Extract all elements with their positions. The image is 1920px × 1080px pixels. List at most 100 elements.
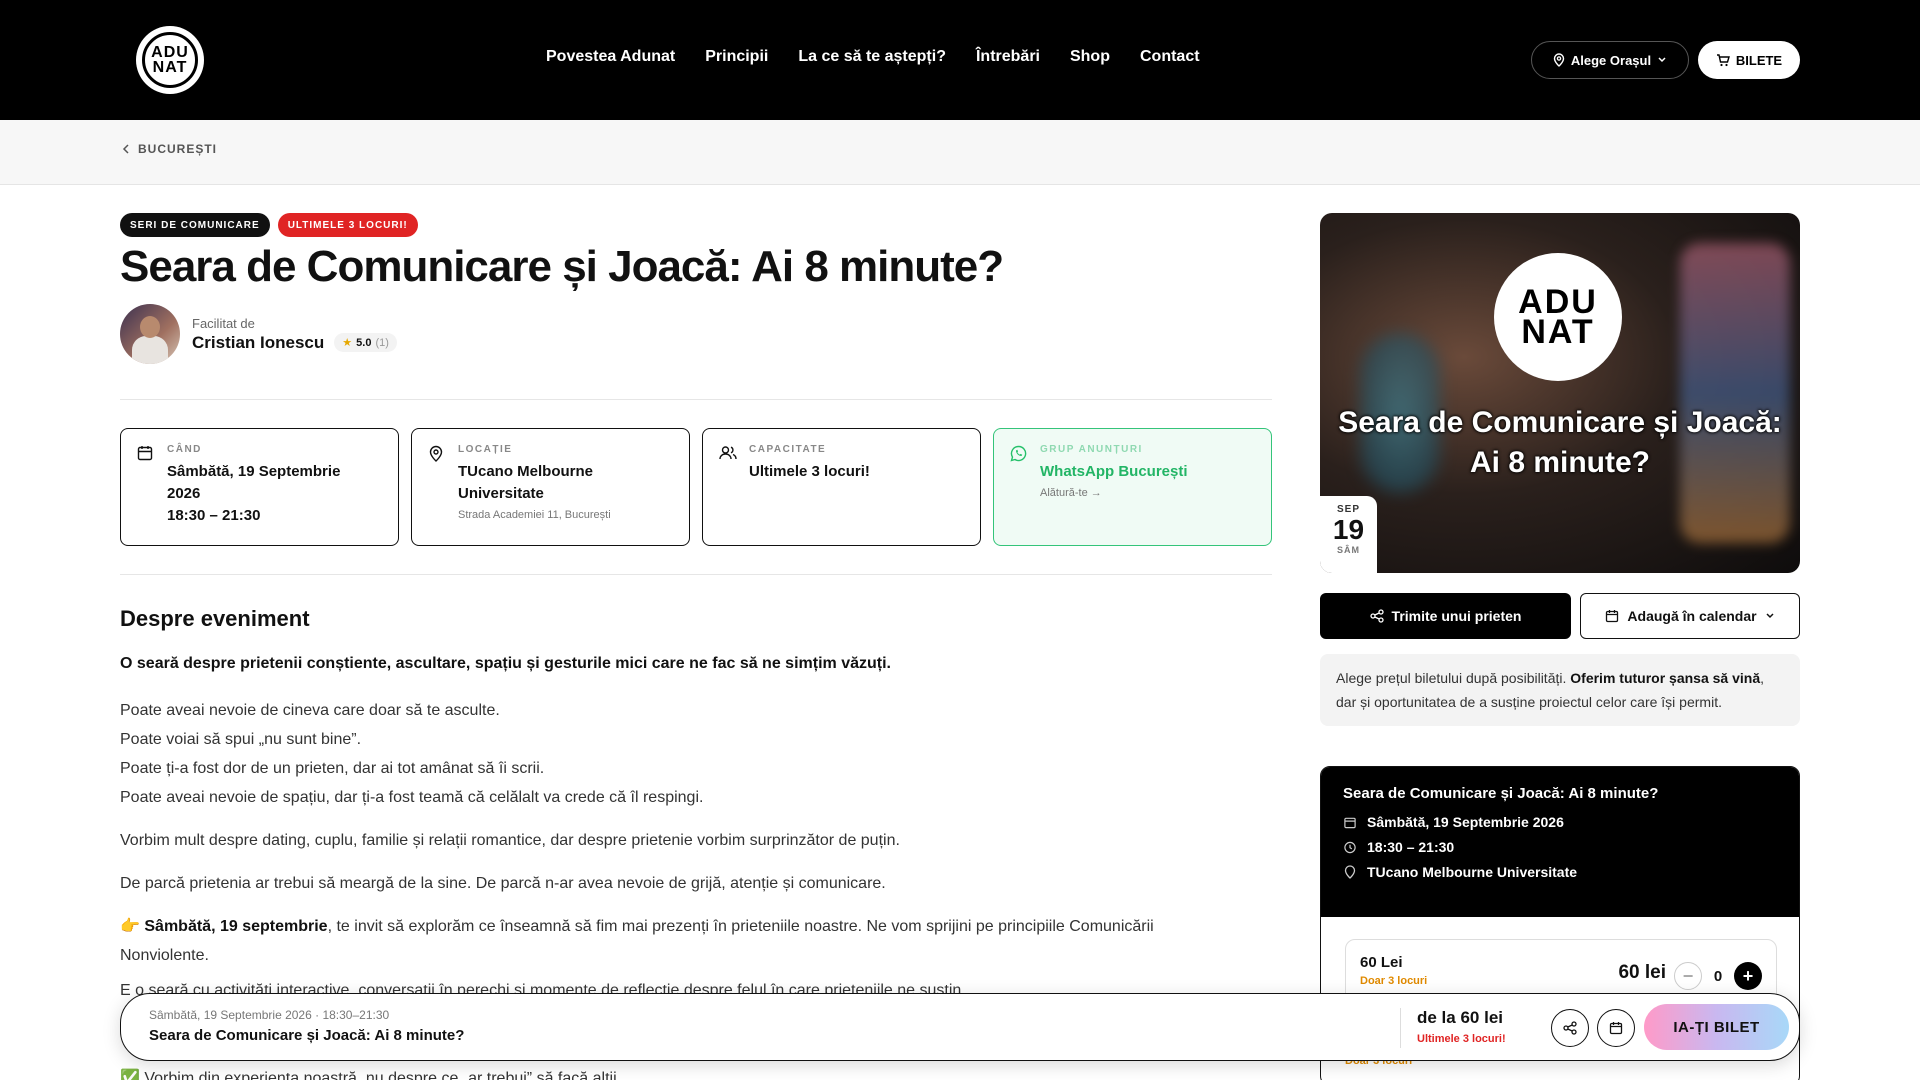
category-badge: SERI DE COMUNICARE <box>120 213 270 237</box>
logo-text-2: NAT <box>152 59 188 76</box>
location-pin-icon <box>1553 53 1565 67</box>
sticky-share-button[interactable] <box>1551 1009 1589 1047</box>
sticky-booking-bar: Sâmbătă, 19 Septembrie 2026 · 18:30–21:3… <box>120 993 1800 1061</box>
facilitator-name[interactable]: Cristian Ionescu <box>192 333 324 353</box>
event-badges: SERI DE COMUNICARE ULTIMELE 3 LOCURI! <box>120 213 418 237</box>
nav-la-ce-sa-te-astepti[interactable]: La ce să te aștepți? <box>798 48 946 66</box>
breadcrumb[interactable]: BUCUREȘTI <box>122 142 217 156</box>
date-day: 19 <box>1332 514 1365 545</box>
clock-icon <box>1344 841 1356 853</box>
add-to-calendar-button[interactable]: Adaugă în calendar <box>1580 593 1800 639</box>
ticket-date-row: Sâmbătă, 19 Septembrie 2026 <box>1343 814 1777 830</box>
when-time: 18:30 – 21:30 <box>167 507 261 524</box>
increase-button[interactable]: + <box>1734 962 1762 990</box>
rating-value: 5.0 <box>356 336 372 349</box>
nav-principii[interactable]: Principii <box>705 48 768 66</box>
choose-city-button[interactable]: Alege Orașul <box>1531 41 1689 79</box>
divider <box>120 574 1272 575</box>
calendar-label: Adaugă în calendar <box>1627 608 1757 624</box>
about-body: Poate aveai nevoie de cineva care doar s… <box>120 696 1200 984</box>
divider <box>1400 1008 1401 1048</box>
location-pin-icon <box>1344 865 1356 879</box>
quantity-value: 0 <box>1713 967 1723 985</box>
whatsapp-group-card[interactable]: GRUP ANUNȚURI WhatsApp București Alătură… <box>993 428 1272 546</box>
about-line: Poate aveai nevoie de cineva care doar s… <box>120 702 500 719</box>
ticket-time: 18:30 – 21:30 <box>1367 839 1455 855</box>
pricing-text: Alege prețul biletului după posibilități… <box>1336 670 1571 686</box>
join-link[interactable]: Alătură-te → <box>1040 487 1257 499</box>
chevron-down-icon <box>1766 613 1774 619</box>
rating-count: (1) <box>375 336 389 349</box>
nav-povestea[interactable]: Povestea Adunat <box>546 48 675 66</box>
location-name-2: Universitate <box>458 485 544 502</box>
sticky-subtitle: Sâmbătă, 19 Septembrie 2026 · 18:30–21:3… <box>149 1008 390 1022</box>
info-cards: CÂND Sâmbătă, 19 Septembrie 2026 18:30 –… <box>120 428 1272 546</box>
about-heading: Despre eveniment <box>120 606 310 631</box>
hero-title: Seara de Comunicare și Joacă: Ai 8 minut… <box>1338 406 1782 479</box>
top-navbar: ADU NAT Povestea Adunat Principii La ce … <box>0 0 1920 120</box>
date-highlight: Sâmbătă, 19 septembrie <box>144 918 328 935</box>
hero-logo-text-2: NAT <box>1521 313 1595 351</box>
capacity-card: CAPACITATE Ultimele 3 locuri! <box>702 428 981 546</box>
pin-icon <box>429 445 443 462</box>
sticky-title: Seara de Comunicare și Joacă: Ai 8 minut… <box>149 1027 465 1044</box>
ticket-event-title: Seara de Comunicare și Joacă: Ai 8 minut… <box>1343 785 1659 802</box>
ticket-date: Sâmbătă, 19 Septembrie 2026 <box>1367 814 1564 830</box>
group-value: WhatsApp București <box>1040 463 1188 480</box>
about-paragraph: De parcă prietenia ar trebui să meargă d… <box>120 875 886 892</box>
ticket-panel-header: Seara de Comunicare și Joacă: Ai 8 minut… <box>1321 767 1799 917</box>
chevron-left-icon <box>122 144 129 154</box>
facilitator[interactable]: Facilitat de Cristian Ionescu ★ 5.0 (1) <box>120 304 397 364</box>
adunat-logo[interactable]: ADU NAT <box>136 26 204 94</box>
whatsapp-icon <box>1010 445 1027 462</box>
divider <box>120 399 1272 400</box>
nav-intrebari[interactable]: Întrebări <box>976 48 1040 66</box>
nav-shop[interactable]: Shop <box>1070 48 1110 66</box>
quantity-stepper: − 0 + <box>1674 962 1762 990</box>
rating-badge: ★ 5.0 (1) <box>334 333 397 352</box>
share-icon <box>1563 1021 1577 1035</box>
about-lead: O seară despre prietenii conștiente, asc… <box>120 655 891 672</box>
when-label: CÂND <box>167 444 202 455</box>
facilitated-by-label: Facilitat de <box>192 315 255 331</box>
logo-text-1: ADU <box>151 44 189 61</box>
about-line: Poate voiai să spui „nu sunt bine”. <box>120 731 362 748</box>
location-label: LOCAȚIE <box>458 444 513 455</box>
about-paragraph-hidden: ✅ Vorbim din experiența noastră, nu desp… <box>120 1070 622 1080</box>
ticket-venue: TUcano Melbourne Universitate <box>1367 864 1578 880</box>
buy-ticket-button[interactable]: IA-ȚI BILET <box>1644 1004 1789 1050</box>
pricing-note: Alege prețul biletului după posibilități… <box>1320 654 1800 726</box>
location-address: Strada Academiei 11, București <box>458 509 611 521</box>
location-card[interactable]: LOCAȚIE TUcano Melbourne Universitate St… <box>411 428 690 546</box>
event-hero-image: ADU NAT Seara de Comunicare și Joacă: Ai… <box>1320 213 1800 573</box>
when-card: CÂND Sâmbătă, 19 Septembrie 2026 18:30 –… <box>120 428 399 546</box>
sticky-calendar-button[interactable] <box>1597 1009 1635 1047</box>
sticky-price: de la 60 lei <box>1417 1008 1503 1027</box>
date-weekday: SÂM <box>1337 545 1360 555</box>
decrease-button[interactable]: − <box>1674 962 1702 990</box>
pointing-hand-emoji: 👉 <box>120 918 140 935</box>
calendar-icon <box>1609 1022 1623 1035</box>
ticket-option-price: 60 lei <box>1618 962 1666 983</box>
about-paragraph-date: 👉 Sâmbătă, 19 septembrie, te invit să ex… <box>120 912 1200 970</box>
tickets-button[interactable]: BILETE <box>1698 41 1800 79</box>
star-icon: ★ <box>342 337 353 349</box>
hero-mural <box>1680 243 1790 543</box>
cart-icon <box>1716 53 1730 66</box>
capacity-label: CAPACITATE <box>749 444 827 455</box>
share-label: Trimite unui prieten <box>1391 608 1522 624</box>
about-line: Poate aveai nevoie de spațiu, dar ți-a f… <box>120 789 704 806</box>
location-name-1: TUcano Melbourne <box>458 463 594 480</box>
ticket-venue-row: TUcano Melbourne Universitate <box>1343 864 1777 880</box>
ticket-time-row: 18:30 – 21:30 <box>1343 839 1777 855</box>
choose-city-label: Alege Orașul <box>1570 52 1652 68</box>
date-badge: SEP 19 SÂM <box>1320 496 1377 573</box>
calendar-icon <box>137 446 153 461</box>
share-with-friend-button[interactable]: Trimite unui prieten <box>1320 593 1571 639</box>
about-line: Poate ți-a fost dor de un prieten, dar a… <box>120 760 545 777</box>
nav-contact[interactable]: Contact <box>1140 48 1200 66</box>
breadcrumb-bar: BUCUREȘTI <box>0 120 1920 185</box>
when-year: 2026 <box>167 485 201 502</box>
pricing-highlight: Oferim tuturor șansa să vină <box>1570 670 1761 686</box>
main-nav: Povestea Adunat Principii La ce să te aș… <box>546 48 1200 66</box>
